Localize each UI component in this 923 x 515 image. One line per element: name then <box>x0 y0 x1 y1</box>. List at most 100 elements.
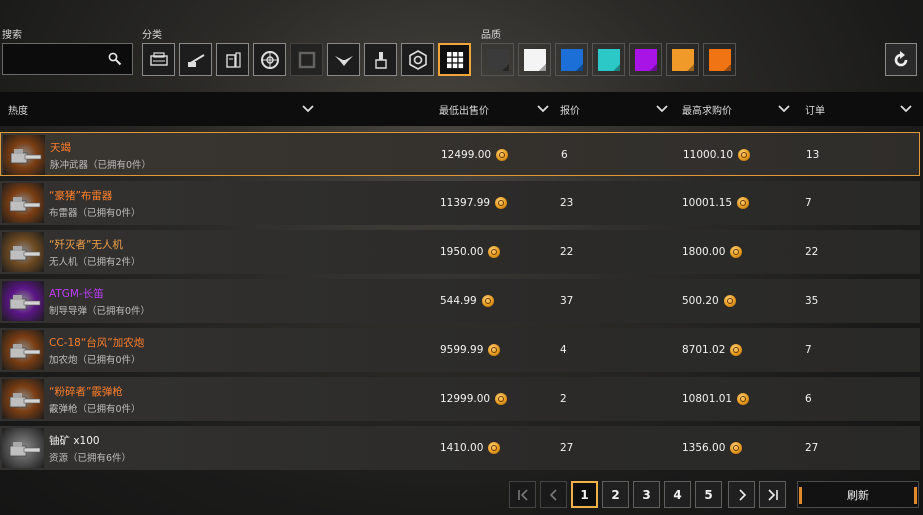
next-page-button[interactable] <box>728 481 755 508</box>
offers-cell: 22 <box>560 246 574 258</box>
column-popularity[interactable]: 热度 <box>8 92 28 126</box>
category-module-button[interactable] <box>216 43 249 76</box>
table-row[interactable]: CC-18“台风”加农炮 加农炮（已拥有0件） 9599.99 4 8701.0… <box>0 328 920 372</box>
offers-cell: 4 <box>560 344 567 356</box>
orders-cell: 6 <box>805 393 812 405</box>
weapon-icon <box>9 393 41 408</box>
chevron-down-icon[interactable] <box>656 104 668 114</box>
quality-common-swatch <box>486 48 509 71</box>
item-name: “歼灭者”无人机 <box>49 239 123 251</box>
coin-icon <box>730 442 743 454</box>
page-button-3[interactable]: 3 <box>633 481 660 508</box>
column-offers[interactable]: 报价 <box>560 92 580 126</box>
quality-orange-button[interactable] <box>666 43 699 76</box>
item-name: “豪猪”布雷器 <box>49 190 113 202</box>
coin-icon <box>723 295 736 307</box>
table-row[interactable]: “粉碎者”霰弹枪 霰弹枪（已拥有0件） 12999.00 2 10801.01 … <box>0 377 920 421</box>
chevron-down-icon[interactable] <box>537 104 549 114</box>
quality-white-button[interactable] <box>518 43 551 76</box>
quality-label: 品质 <box>481 30 501 41</box>
category-frame-button[interactable] <box>290 43 323 76</box>
frame-icon <box>298 51 315 68</box>
coin-icon <box>737 197 750 209</box>
search-label: 搜索 <box>2 30 22 41</box>
quality-purple-button[interactable] <box>629 43 662 76</box>
item-name: CC-18“台风”加农炮 <box>49 337 145 349</box>
orders-cell: 35 <box>805 295 819 307</box>
offers-cell: 37 <box>560 295 574 307</box>
last-page-icon <box>767 488 778 501</box>
offers-cell: 27 <box>560 442 574 454</box>
prev-page-button[interactable] <box>540 481 567 508</box>
category-label: 分类 <box>142 30 162 41</box>
item-thumbnail <box>2 232 44 272</box>
search-field[interactable] <box>2 43 133 75</box>
chevron-down-icon[interactable] <box>900 104 912 114</box>
category-cannon-button[interactable] <box>179 43 212 76</box>
highest-buy-value: 10801.01 <box>682 393 733 405</box>
weapon-icon <box>10 149 42 164</box>
item-thumbnail <box>2 379 44 419</box>
column-lowest-sell[interactable]: 最低出售价 <box>439 92 489 126</box>
column-highest-buy[interactable]: 最高求购价 <box>682 92 732 126</box>
quality-purple-swatch <box>634 48 657 71</box>
quality-red-orange-swatch <box>708 48 731 71</box>
lowest-sell-value: 9599.99 <box>440 344 484 356</box>
highest-buy-value: 10001.15 <box>682 197 733 209</box>
highest-buy-value: 1800.00 <box>682 246 726 258</box>
page-button-4[interactable]: 4 <box>664 481 691 508</box>
highest-buy-cell: 10001.15 <box>682 181 750 225</box>
item-type: 脉冲武器（已拥有0件） <box>50 160 152 171</box>
category-cabin-button[interactable] <box>142 43 175 76</box>
category-sticker-button[interactable] <box>364 43 397 76</box>
quality-blue-button[interactable] <box>555 43 588 76</box>
table-row[interactable]: 铀矿 x100 资源（已拥有6件） 1410.00 27 1356.00 27 <box>0 426 920 470</box>
quality-common-button[interactable] <box>481 43 514 76</box>
column-orders[interactable]: 订单 <box>805 92 825 126</box>
last-page-button[interactable] <box>759 481 786 508</box>
category-wheel-button[interactable] <box>253 43 286 76</box>
weapon-icon <box>9 197 41 212</box>
winged-emblem-icon <box>334 55 353 66</box>
table-row[interactable]: ATGM-长笛 制导导弹（已拥有0件） 544.99 37 500.20 35 <box>0 279 920 323</box>
item-name: ATGM-长笛 <box>49 288 104 300</box>
coin-icon <box>730 344 743 356</box>
quality-cyan-button[interactable] <box>592 43 625 76</box>
chevron-right-icon <box>738 488 746 501</box>
category-all-button[interactable] <box>438 43 471 76</box>
item-name: 铀矿 x100 <box>49 435 100 447</box>
page-button-5[interactable]: 5 <box>695 481 722 508</box>
item-name: “粉碎者”霰弹枪 <box>49 386 123 398</box>
category-emblem-button[interactable] <box>327 43 360 76</box>
cabin-icon <box>149 51 168 66</box>
quality-red-orange-button[interactable] <box>703 43 736 76</box>
search-icon[interactable] <box>108 52 122 66</box>
reset-filters-button[interactable] <box>885 43 917 76</box>
page-button-1[interactable]: 1 <box>571 481 598 508</box>
refresh-button[interactable]: 刷新 <box>797 481 919 508</box>
lowest-sell-cell: 544.99 <box>440 279 494 323</box>
category-paint-button[interactable] <box>401 43 434 76</box>
lowest-sell-cell: 1950.00 <box>440 230 501 274</box>
page-button-2[interactable]: 2 <box>602 481 629 508</box>
refresh-icon <box>894 50 908 66</box>
highest-buy-value: 11000.10 <box>683 149 734 161</box>
weapon-icon <box>9 344 41 359</box>
table-row[interactable]: 天竭 脉冲武器（已拥有0件） 12499.00 6 11000.10 13 <box>0 132 920 176</box>
offers-cell: 6 <box>561 149 568 161</box>
first-page-button[interactable] <box>509 481 536 508</box>
table-row[interactable]: “豪猪”布雷器 布雷器（已拥有0件） 11397.99 23 10001.15 … <box>0 181 920 225</box>
coin-icon <box>730 246 743 258</box>
cannon-icon <box>187 53 205 67</box>
table-row[interactable]: “歼灭者”无人机 无人机（已拥有2件） 1950.00 22 1800.00 2… <box>0 230 920 274</box>
lowest-sell-value: 12499.00 <box>441 149 492 161</box>
coin-icon <box>481 295 494 307</box>
orders-cell: 22 <box>805 246 819 258</box>
item-thumbnail <box>2 330 44 370</box>
search-input[interactable] <box>3 44 103 74</box>
chevron-down-icon[interactable] <box>778 104 790 114</box>
highest-buy-cell: 1356.00 <box>682 426 743 470</box>
chevron-down-icon[interactable] <box>302 104 314 114</box>
weapon-icon <box>9 295 41 310</box>
quality-blue-swatch <box>560 48 583 71</box>
